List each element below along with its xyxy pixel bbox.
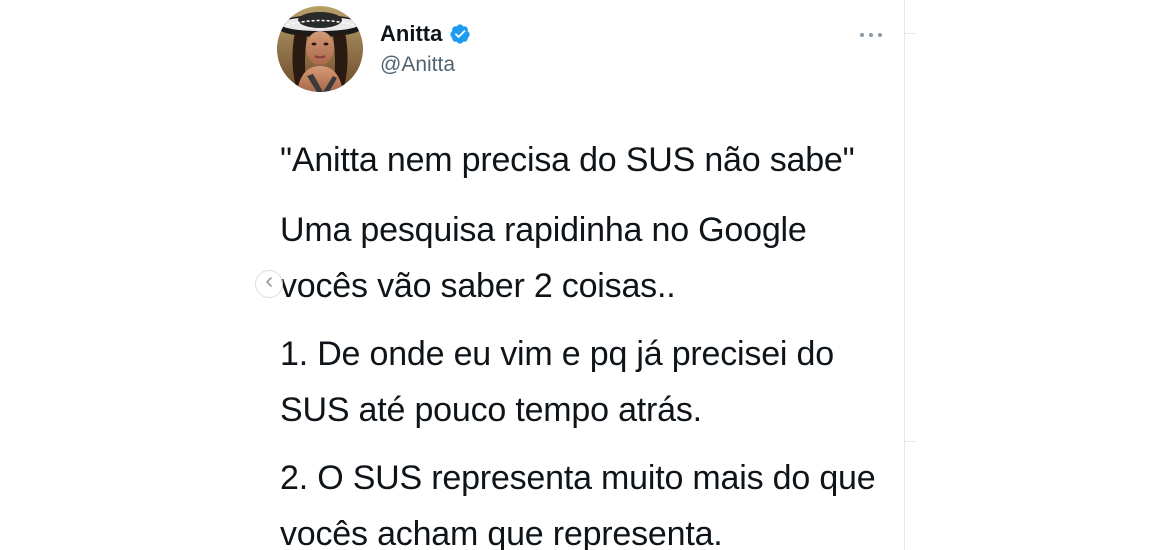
author-display-name[interactable]: Anitta: [380, 21, 442, 47]
tweet-screenshot: Anitta @Anitta "Anitta nem precisa do SU…: [0, 0, 1174, 550]
more-options-icon[interactable]: [857, 25, 885, 45]
tweet-body: "Anitta nem precisa do SUS não sabe" Uma…: [280, 132, 890, 550]
divider-tick-top: [904, 33, 916, 34]
author-handle[interactable]: @Anitta: [380, 52, 455, 78]
tweet-paragraph-2: Uma pesquisa rapidinha no Google vocês v…: [280, 211, 807, 305]
tweet-paragraph-1: "Anitta nem precisa do SUS não sabe": [280, 141, 855, 179]
chevron-left-icon: [263, 275, 275, 293]
avatar[interactable]: [277, 6, 363, 92]
tweet-paragraph-3: 1. De onde eu vim e pq já precisei do SU…: [280, 335, 834, 429]
divider-tick-bottom: [904, 441, 916, 442]
carousel-prev-button[interactable]: [255, 270, 283, 298]
avatar-image: [277, 6, 363, 92]
verified-badge-icon: [449, 23, 471, 45]
right-divider: [904, 0, 905, 550]
author-name-row[interactable]: Anitta: [380, 20, 471, 48]
tweet-paragraph-4: 2. O SUS representa muito mais do que vo…: [280, 459, 876, 550]
